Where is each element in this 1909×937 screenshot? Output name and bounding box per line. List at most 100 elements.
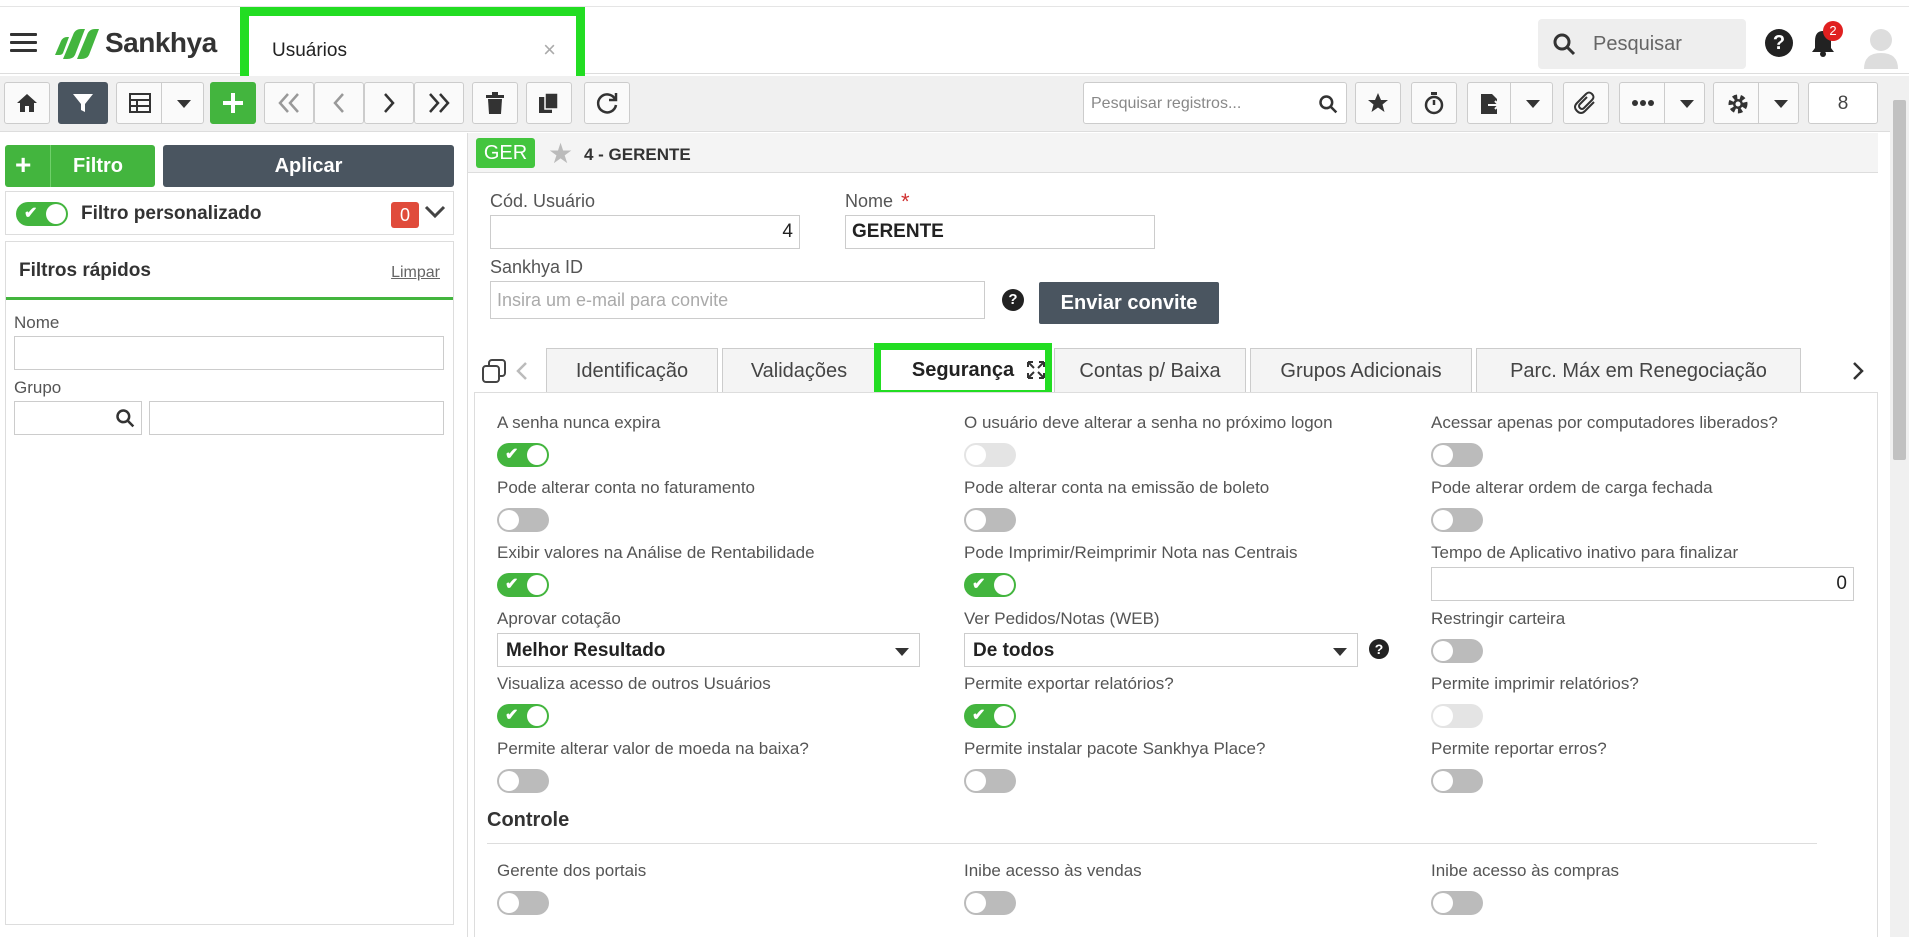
grupo-desc-input[interactable] — [149, 401, 444, 435]
record-count: 8 — [1808, 82, 1878, 124]
opt-inibe-compras-toggle[interactable] — [1431, 891, 1483, 915]
opt-tempo-inativo-label: Tempo de Aplicativo inativo para finaliz… — [1431, 543, 1739, 562]
export-button[interactable] — [1467, 82, 1553, 124]
copy-icon[interactable] — [482, 359, 506, 383]
search-icon[interactable] — [115, 408, 135, 428]
duplicate-button[interactable] — [526, 82, 572, 124]
chevron-down-icon[interactable] — [424, 204, 446, 220]
add-filter-label: Filtro — [73, 155, 123, 177]
opt-inibe-vendas-toggle[interactable] — [964, 891, 1016, 915]
page-scrollbar[interactable] — [1890, 100, 1909, 937]
tab-parc-max[interactable]: Parc. Máx em Renegociação — [1476, 348, 1801, 392]
nome-filter-input[interactable] — [14, 336, 444, 370]
opt-gerente-portais-label: Gerente dos portais — [497, 861, 647, 880]
menu-icon[interactable] — [10, 33, 37, 53]
opt-ver-pedidos-select[interactable]: De todos — [964, 633, 1358, 667]
double-chevron-right-icon — [429, 93, 450, 113]
top-bar: Sankhya Usuários × Pesquisar ? 2 — [0, 6, 1909, 87]
opt-imprimir-relatorios-toggle[interactable] — [1431, 704, 1483, 728]
apply-button[interactable]: Aplicar — [163, 145, 454, 187]
opt-ordem-carga-label: Pode alterar ordem de carga fechada — [1431, 478, 1713, 497]
chevron-right-icon[interactable] — [1852, 361, 1864, 381]
opt-tempo-inativo-input[interactable]: 0 — [1431, 567, 1854, 601]
home-icon — [17, 94, 37, 112]
delete-button[interactable] — [472, 82, 518, 124]
avatar[interactable] — [1862, 27, 1900, 69]
help-icon[interactable]: ? — [1369, 639, 1389, 659]
home-button[interactable] — [4, 82, 50, 124]
opt-aprovar-cotacao-select[interactable]: Melhor Resultado — [497, 633, 920, 667]
nome-input[interactable]: GERENTE — [845, 215, 1155, 249]
opt-restringir-carteira-toggle[interactable] — [1431, 639, 1483, 663]
tab-grupos-adicionais[interactable]: Grupos Adicionais — [1250, 348, 1472, 392]
tab-identificacao[interactable]: Identificação — [546, 348, 718, 392]
chevron-left-icon[interactable] — [516, 361, 528, 381]
opt-conta-faturamento-toggle[interactable] — [497, 508, 549, 532]
opt-ordem-carga-toggle[interactable] — [1431, 508, 1483, 532]
custom-filter-toggle[interactable]: ✔ — [16, 202, 68, 226]
timer-button[interactable] — [1411, 82, 1457, 124]
opt-ver-pedidos-value: De todos — [973, 640, 1055, 661]
custom-filter-label: Filtro personalizado — [81, 203, 262, 224]
search-icon — [1553, 33, 1576, 56]
opt-valor-moeda-toggle[interactable] — [497, 769, 549, 793]
search-icon[interactable] — [1318, 94, 1338, 114]
attachment-button[interactable] — [1563, 82, 1609, 124]
send-invite-button[interactable]: Enviar convite — [1039, 282, 1219, 324]
caret-down-icon — [895, 648, 909, 656]
prev-record-button[interactable] — [314, 82, 364, 124]
stopwatch-icon — [1424, 92, 1444, 115]
close-icon[interactable]: × — [543, 37, 556, 63]
opt-gerente-portais-toggle[interactable] — [497, 891, 549, 915]
opt-valor-moeda-label: Permite alterar valor de moeda na baixa? — [497, 739, 809, 758]
opt-imprimir-nota-toggle[interactable]: ✔ — [964, 573, 1016, 597]
opt-computadores-liberados-toggle[interactable] — [1431, 443, 1483, 467]
tab-validacoes[interactable]: Validações — [722, 348, 876, 392]
sankhya-id-input[interactable]: Insira um e-mail para convite — [490, 281, 985, 319]
opt-alterar-senha-toggle[interactable] — [964, 443, 1016, 467]
more-button[interactable] — [1619, 82, 1705, 124]
filter-button[interactable] — [58, 82, 108, 124]
nome-label: Nome — [845, 191, 894, 211]
expand-icon[interactable] — [1027, 361, 1045, 379]
first-record-button[interactable] — [264, 82, 314, 124]
custom-filter-row: ✔ Filtro personalizado 0 — [5, 191, 454, 235]
opt-analise-rentabilidade-toggle[interactable]: ✔ — [497, 573, 549, 597]
trash-icon — [486, 92, 504, 114]
caret-down-icon — [1333, 648, 1347, 656]
help-icon[interactable]: ? — [1765, 29, 1793, 57]
tab-contas-baixa[interactable]: Contas p/ Baixa — [1054, 348, 1246, 392]
tab-usuarios[interactable]: Usuários × — [240, 7, 585, 87]
record-search[interactable]: Pesquisar registros... — [1083, 82, 1347, 124]
opt-imprimir-nota-label: Pode Imprimir/Reimprimir Nota nas Centra… — [964, 543, 1298, 562]
refresh-button[interactable] — [584, 82, 630, 124]
record-title: 4 - GERENTE — [584, 145, 691, 164]
clear-filters-link[interactable]: Limpar — [391, 264, 440, 282]
favorite-button[interactable] — [1355, 82, 1401, 124]
logo[interactable]: Sankhya — [55, 25, 217, 61]
record-badge: GER — [476, 138, 535, 168]
opt-reportar-erros-toggle[interactable] — [1431, 769, 1483, 793]
star-icon[interactable]: ★ — [548, 137, 573, 170]
opt-sankhya-place-toggle[interactable] — [964, 769, 1016, 793]
tab-seguranca[interactable]: Segurança — [874, 343, 1052, 397]
help-icon[interactable]: ? — [1002, 289, 1024, 311]
next-record-button[interactable] — [364, 82, 414, 124]
grupo-code-input[interactable] — [14, 401, 142, 435]
opt-conta-boleto-toggle[interactable] — [964, 508, 1016, 532]
last-record-button[interactable] — [414, 82, 464, 124]
copy-icon — [539, 92, 559, 113]
tabs-row: Identificação Validações Segurança Conta… — [468, 343, 1878, 397]
opt-imprimir-relatorios-label: Permite imprimir relatórios? — [1431, 674, 1639, 693]
settings-button[interactable] — [1713, 82, 1799, 124]
grid-view-button[interactable] — [116, 82, 204, 124]
add-filter-button[interactable]: + Filtro — [5, 145, 155, 187]
cod-usuario-input[interactable]: 4 — [490, 215, 800, 249]
global-search[interactable]: Pesquisar — [1538, 19, 1746, 69]
opt-conta-faturamento-label: Pode alterar conta no faturamento — [497, 478, 755, 497]
scrollbar-thumb[interactable] — [1893, 100, 1906, 460]
add-button[interactable] — [210, 82, 256, 124]
opt-senha-nunca-expira-toggle[interactable]: ✔ — [497, 443, 549, 467]
opt-visualiza-acesso-toggle[interactable]: ✔ — [497, 704, 549, 728]
opt-exportar-relatorios-toggle[interactable]: ✔ — [964, 704, 1016, 728]
